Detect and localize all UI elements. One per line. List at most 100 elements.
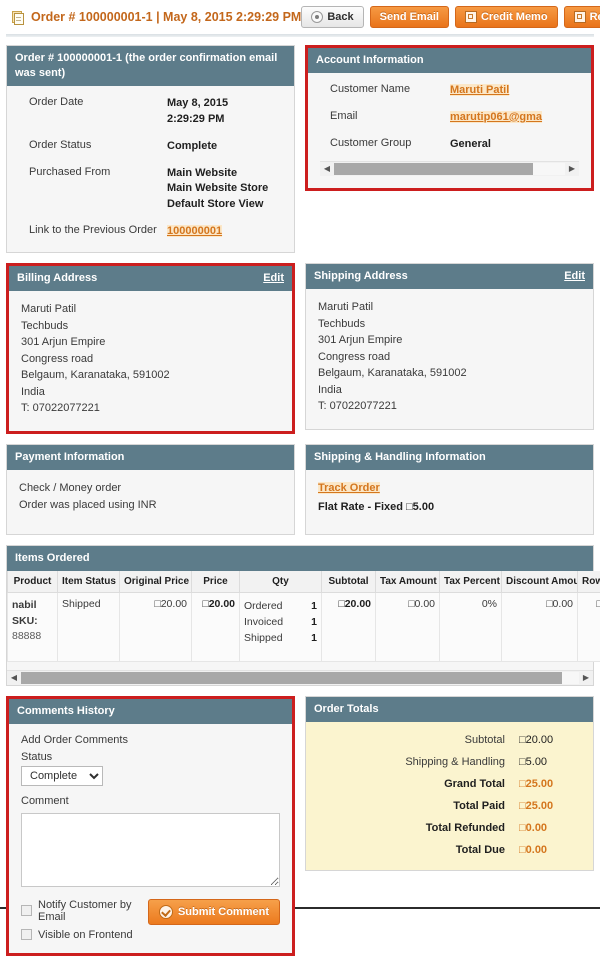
shipping-info-header: Shipping & Handling Information	[306, 445, 593, 470]
address-line: Congress road	[318, 349, 581, 366]
customer-group-row: Customer Group General	[320, 137, 579, 153]
scrollbar-thumb[interactable]	[334, 163, 533, 175]
scroll-right-icon[interactable]: ▶	[579, 673, 593, 682]
order-totals-header: Order Totals	[306, 697, 593, 722]
col-row-total: Row Total	[578, 571, 600, 593]
submit-comment-button[interactable]: Submit Comment	[148, 899, 280, 925]
credit-memo-button[interactable]: Credit Memo	[455, 6, 558, 28]
address-line: Belgaum, Karanataka, 591002	[318, 365, 581, 382]
notify-customer-label: Notify Customer by Email	[38, 899, 140, 923]
col-price: Price	[192, 571, 240, 593]
col-tax-percent: Tax Percent	[440, 571, 502, 593]
totals-row-grand-total: Grand Total □25.00	[318, 778, 581, 790]
cell-subtotal: □20.00	[322, 592, 376, 661]
shipping-info-body: Track Order Flat Rate - Fixed □5.00	[306, 470, 593, 534]
qty-shipped-value: 1	[311, 630, 317, 646]
customer-name-link[interactable]: Maruti Patil	[450, 84, 509, 96]
previous-order-link[interactable]: 100000001	[167, 225, 222, 237]
order-info-header: Order # 100000001-1 (the order confirmat…	[7, 46, 294, 86]
status-select[interactable]: Complete	[21, 766, 103, 786]
items-table: Product Item Status Original Price Price…	[7, 571, 600, 662]
scroll-right-icon[interactable]: ▶	[565, 164, 579, 173]
page-title: Order # 100000001-1 | May 8, 2015 2:29:2…	[31, 10, 301, 24]
shipping-address-header: Shipping Address Edit	[306, 264, 593, 289]
cell-qty: Ordered 1 Invoiced 1 Shipped	[240, 592, 322, 661]
qty-invoiced-label: Invoiced	[244, 614, 283, 630]
cell-price: □20.00	[192, 592, 240, 661]
back-button-label: Back	[327, 11, 353, 23]
subtotal-label: Subtotal	[465, 734, 519, 746]
total-refunded-label: Total Refunded	[426, 822, 519, 834]
order-status-label: Order Status	[19, 139, 167, 151]
header-button-group: Back Send Email Credit Memo Reorder	[301, 6, 600, 28]
purchased-from-row: Purchased From Main WebsiteMain Website …	[19, 166, 282, 214]
add-order-comments-label: Add Order Comments	[21, 734, 280, 746]
address-line: Belgaum, Karanataka, 591002	[21, 367, 280, 384]
product-sku-value: 88888	[12, 629, 53, 645]
comments-history-body: Add Order Comments Status Complete Comme…	[9, 724, 292, 953]
shipping-info-panel: Shipping & Handling Information Track Or…	[305, 444, 594, 535]
back-button[interactable]: Back	[301, 6, 363, 28]
billing-address-header: Billing Address Edit	[9, 266, 292, 291]
scrollbar-track[interactable]	[334, 163, 565, 175]
scrollbar-thumb[interactable]	[21, 672, 562, 684]
totals-row-total-paid: Total Paid □25.00	[318, 800, 581, 812]
payment-info-panel: Payment Information Check / Money order …	[6, 444, 295, 535]
cell-row-total: □20.00	[578, 592, 600, 661]
purchased-from-label: Purchased From	[19, 166, 167, 178]
comments-footer: Notify Customer by Email Visible on Fron…	[21, 899, 280, 941]
account-info-column: Account Information Customer Name Maruti…	[305, 45, 594, 191]
address-line: Techbuds	[21, 318, 280, 335]
shipping-address-edit-link[interactable]: Edit	[564, 269, 585, 284]
checkbox-icon[interactable]	[21, 905, 32, 916]
totals-row-total-refunded: Total Refunded □0.00	[318, 822, 581, 834]
payment-info-header: Payment Information	[7, 445, 294, 470]
col-product: Product	[8, 571, 58, 593]
visible-on-frontend-label: Visible on Frontend	[38, 929, 133, 941]
visible-on-frontend-checkbox[interactable]: Visible on Frontend	[21, 929, 140, 941]
address-row: Billing Address Edit Maruti Patil Techbu…	[6, 263, 594, 434]
grand-total-value: □25.00	[519, 778, 581, 790]
shipping-address-heading: Shipping Address	[314, 269, 408, 284]
document-icon	[10, 10, 25, 25]
shipping-handling-label: Shipping & Handling	[405, 756, 519, 768]
shipping-info-column: Shipping & Handling Information Track Or…	[305, 444, 594, 535]
grand-total-label: Grand Total	[444, 778, 519, 790]
totals-row-shipping: Shipping & Handling □5.00	[318, 756, 581, 768]
scrollbar-track[interactable]	[21, 672, 579, 684]
reorder-button[interactable]: Reorder	[564, 6, 600, 28]
shipping-address-body: Maruti Patil Techbuds 301 Arjun Empire C…	[306, 289, 593, 429]
qty-shipped-label: Shipped	[244, 630, 283, 646]
order-totals-column: Order Totals Subtotal □20.00 Shipping & …	[305, 696, 594, 871]
order-status-value: Complete	[167, 139, 282, 155]
customer-group-label: Customer Group	[320, 137, 450, 149]
address-line: Congress road	[21, 351, 280, 368]
total-due-label: Total Due	[456, 844, 519, 856]
items-ordered-heading: Items Ordered	[15, 551, 90, 566]
customer-email-link[interactable]: marutip061@gma	[450, 111, 542, 123]
account-info-panel: Account Information Customer Name Maruti…	[305, 45, 594, 191]
comment-textarea[interactable]	[21, 813, 280, 887]
qty-shipped: Shipped 1	[244, 630, 317, 646]
send-email-button-label: Send Email	[380, 11, 439, 23]
send-email-button[interactable]: Send Email	[370, 6, 449, 28]
checkbox-icon[interactable]	[21, 929, 32, 940]
notify-customer-checkbox[interactable]: Notify Customer by Email	[21, 899, 140, 923]
comment-checkbox-group: Notify Customer by Email Visible on Fron…	[21, 899, 140, 941]
customer-group-value: General	[450, 137, 579, 153]
comments-totals-row: Comments History Add Order Comments Stat…	[6, 696, 594, 956]
col-tax-amount: Tax Amount	[376, 571, 440, 593]
order-info-column: Order # 100000001-1 (the order confirmat…	[6, 45, 295, 253]
order-info-heading: Order # 100000001-1 (the order confirmat…	[15, 51, 286, 81]
comments-history-column: Comments History Add Order Comments Stat…	[6, 696, 295, 956]
items-table-scrollbar[interactable]: ◀ ▶	[7, 670, 593, 685]
scroll-left-icon[interactable]: ◀	[320, 164, 334, 173]
cell-original-price: □20.00	[120, 592, 192, 661]
track-order-link[interactable]: Track Order	[318, 482, 380, 494]
billing-address-edit-link[interactable]: Edit	[263, 271, 284, 286]
account-info-header: Account Information	[308, 48, 591, 73]
billing-address-column: Billing Address Edit Maruti Patil Techbu…	[6, 263, 295, 434]
account-info-scrollbar[interactable]: ◀ ▶	[320, 161, 579, 176]
scroll-left-icon[interactable]: ◀	[7, 673, 21, 682]
status-label: Status	[21, 751, 280, 763]
